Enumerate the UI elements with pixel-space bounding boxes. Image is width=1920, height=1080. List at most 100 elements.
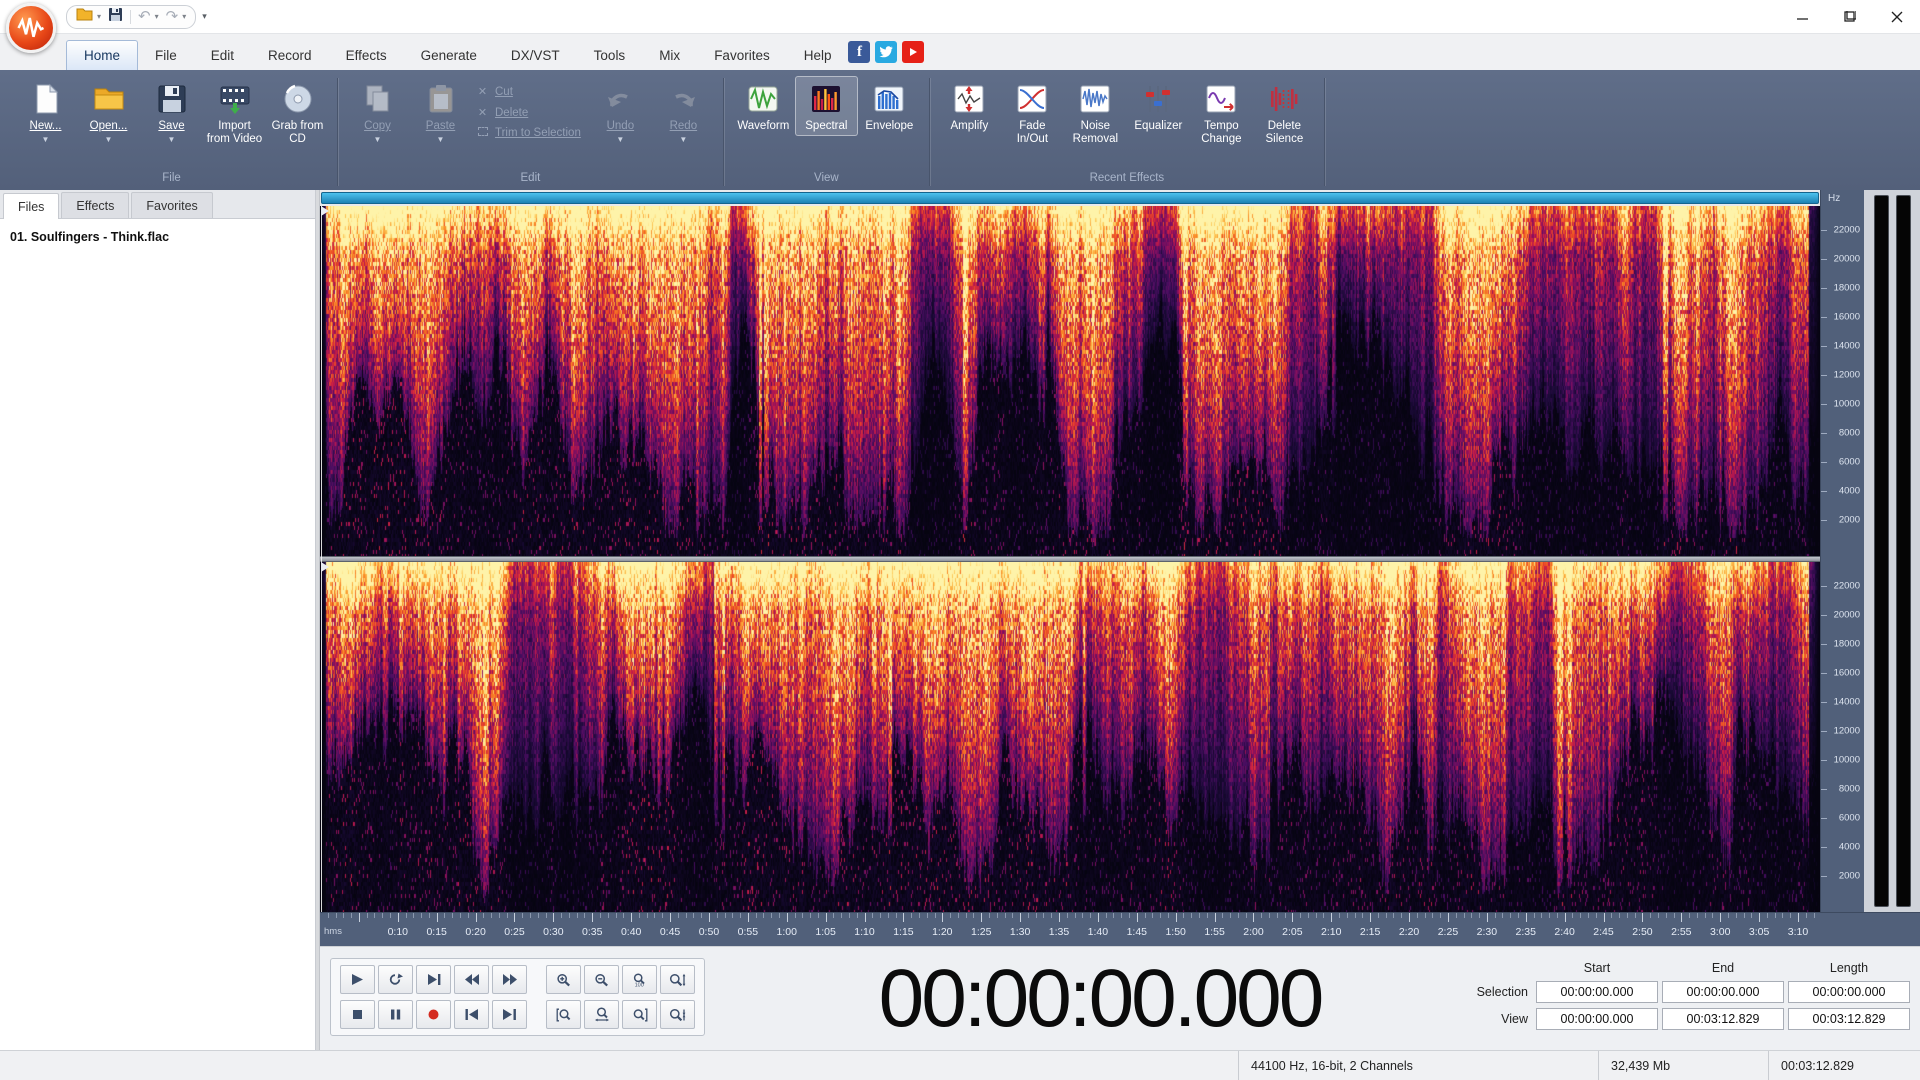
- frequency-tick: [1821, 731, 1827, 732]
- ribbon-group-recent-effects: Amplify Fade In/Out Noise Removal Equali…: [932, 74, 1322, 190]
- noise-removal-button[interactable]: Noise Removal: [1064, 76, 1127, 149]
- zoom-100-button[interactable]: 100: [622, 965, 657, 994]
- redo-button[interactable]: Redo ▼: [652, 76, 715, 147]
- go-to-start-button[interactable]: [454, 1000, 489, 1029]
- import-from-video-button[interactable]: Import from Video: [203, 76, 266, 149]
- maximize-button[interactable]: [1826, 0, 1873, 34]
- tab-record[interactable]: Record: [251, 40, 329, 70]
- customize-toolbar-arrow-icon[interactable]: ▾: [202, 11, 207, 22]
- tab-generate[interactable]: Generate: [404, 40, 494, 70]
- open-dropdown-arrow-icon[interactable]: ▾: [97, 12, 101, 21]
- view-length-field[interactable]: [1788, 1008, 1910, 1030]
- panel-tabs: Files Effects Favorites: [0, 190, 315, 219]
- dropdown-arrow-icon: ▼: [436, 135, 445, 145]
- stop-button[interactable]: [340, 1000, 375, 1029]
- timeline-ruler[interactable]: hms 0:10 0:15 0:20 0:25 0:30 0:35 0:40 0:45 0:50…: [320, 912, 1920, 946]
- selection-start-field[interactable]: [1536, 981, 1658, 1003]
- zoom-vertical-in-button[interactable]: [660, 965, 695, 994]
- hz-unit-label: Hz: [1828, 193, 1841, 204]
- record-button[interactable]: [416, 1000, 451, 1029]
- trim-to-selection-button[interactable]: Trim to Selection: [476, 127, 581, 139]
- timeline-label: 3:05: [1748, 926, 1770, 938]
- cursor-flag-icon[interactable]: [321, 206, 329, 216]
- forward-button[interactable]: [492, 965, 527, 994]
- horizontal-scrollbar[interactable]: [321, 192, 1819, 204]
- tab-file[interactable]: File: [138, 40, 194, 70]
- redo-icon[interactable]: ↷: [166, 9, 179, 24]
- dropdown-arrow-icon: ▼: [679, 135, 688, 145]
- selection-end-field[interactable]: [1662, 981, 1784, 1003]
- tab-tools[interactable]: Tools: [577, 40, 643, 70]
- pause-button[interactable]: [378, 1000, 413, 1029]
- frequency-label: 18000: [1833, 282, 1860, 294]
- panel-tab-favorites[interactable]: Favorites: [131, 192, 213, 218]
- envelope-view-button[interactable]: Envelope: [858, 76, 921, 136]
- ribbon-group-edit: Copy ▼ Paste ▼ ✕ Cut ✕ Delete Trim to Sele…: [340, 74, 721, 190]
- playback-cursor[interactable]: [321, 206, 322, 912]
- copy-button[interactable]: Copy ▼: [346, 76, 409, 147]
- zoom-selection-button[interactable]: [546, 1000, 581, 1029]
- zoom-in-button[interactable]: [546, 965, 581, 994]
- tab-mix[interactable]: Mix: [642, 40, 697, 70]
- frequency-label: 2000: [1838, 870, 1860, 882]
- grab-from-cd-button[interactable]: Grab from CD: [266, 76, 329, 149]
- amplify-button[interactable]: Amplify: [938, 76, 1001, 136]
- new-button[interactable]: New... ▼: [14, 76, 77, 147]
- go-to-end-button[interactable]: [492, 1000, 527, 1029]
- tab-dxvst[interactable]: DX/VST: [494, 40, 577, 70]
- file-list-item[interactable]: 01. Soulfingers - Think.flac: [8, 228, 307, 246]
- frequency-tick: [1821, 230, 1827, 231]
- paste-button[interactable]: Paste ▼: [409, 76, 472, 147]
- frequency-tick: [1821, 586, 1827, 587]
- frequency-tick: [1821, 491, 1827, 492]
- minimize-button[interactable]: [1779, 0, 1826, 34]
- tab-help[interactable]: Help: [787, 40, 849, 70]
- level-meter-left: [1873, 195, 1889, 907]
- tab-effects[interactable]: Effects: [329, 40, 404, 70]
- frequency-scale: Hz 22000 20000 18000 16000 14000 12000 10000 80…: [1820, 190, 1864, 912]
- save-icon[interactable]: [108, 7, 123, 27]
- view-end-field[interactable]: [1662, 1008, 1784, 1030]
- tempo-change-button[interactable]: Tempo Change: [1190, 76, 1253, 149]
- open-button[interactable]: Open... ▼: [77, 76, 140, 147]
- frequency-label: 14000: [1833, 696, 1860, 708]
- zoom-reset-button[interactable]: [622, 1000, 657, 1029]
- tab-edit[interactable]: Edit: [194, 40, 251, 70]
- timeline-label: 2:30: [1476, 926, 1498, 938]
- cut-button[interactable]: ✕ Cut: [476, 85, 581, 99]
- tab-favorites[interactable]: Favorites: [697, 40, 787, 70]
- selection-length-field[interactable]: [1788, 981, 1910, 1003]
- zoom-all-button[interactable]: [584, 1000, 619, 1029]
- loop-button[interactable]: [378, 965, 413, 994]
- tab-home[interactable]: Home: [66, 40, 139, 70]
- delete-button[interactable]: ✕ Delete: [476, 106, 581, 120]
- undo-button[interactable]: Undo ▼: [589, 76, 652, 147]
- undo-dropdown-arrow-icon[interactable]: ▾: [155, 12, 159, 21]
- delete-silence-button[interactable]: Delete Silence: [1253, 76, 1316, 149]
- panel-tab-files[interactable]: Files: [3, 193, 60, 219]
- facebook-icon[interactable]: f: [848, 41, 871, 63]
- waveform-view-button[interactable]: Waveform: [732, 76, 795, 136]
- view-start-field[interactable]: [1536, 1008, 1658, 1030]
- undo-icon[interactable]: ↶: [138, 9, 151, 24]
- youtube-icon[interactable]: [902, 41, 925, 63]
- twitter-icon[interactable]: [875, 41, 898, 63]
- open-folder-icon[interactable]: [76, 7, 93, 26]
- zoom-vertical-out-button[interactable]: [660, 1000, 695, 1029]
- cursor-flag-icon[interactable]: [321, 562, 329, 572]
- frequency-label: 22000: [1833, 224, 1860, 236]
- redo-icon: [665, 81, 701, 117]
- spectrogram-left-channel[interactable]: [320, 206, 1820, 556]
- rewind-button[interactable]: [454, 965, 489, 994]
- zoom-out-button[interactable]: [584, 965, 619, 994]
- redo-dropdown-arrow-icon[interactable]: ▾: [182, 12, 186, 21]
- panel-tab-effects[interactable]: Effects: [61, 192, 130, 218]
- close-button[interactable]: [1873, 0, 1920, 34]
- spectral-view-button[interactable]: Spectral: [794, 76, 858, 137]
- play-file-button[interactable]: [416, 965, 451, 994]
- fade-in-out-button[interactable]: Fade In/Out: [1001, 76, 1064, 149]
- equalizer-button[interactable]: Equalizer: [1127, 76, 1190, 136]
- spectrogram-right-channel[interactable]: [320, 562, 1820, 912]
- play-button[interactable]: [340, 965, 375, 994]
- save-button[interactable]: Save ▼: [140, 76, 203, 147]
